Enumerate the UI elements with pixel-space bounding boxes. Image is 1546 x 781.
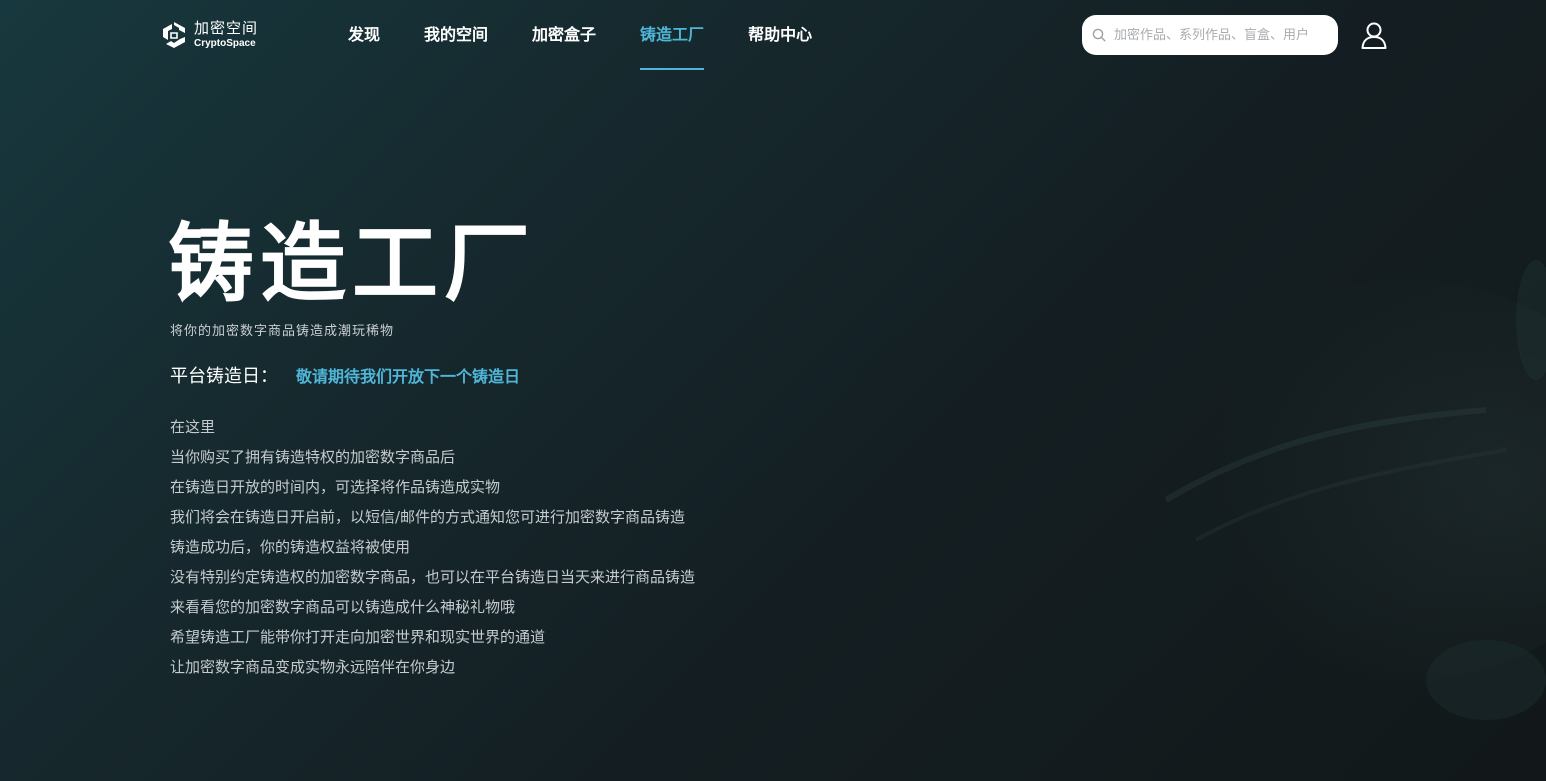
top-header: 加密空间 CryptoSpace 发现 我的空间 加密盒子 铸造工厂 帮助中心 bbox=[0, 0, 1546, 72]
description-line: 没有特别约定铸造权的加密数字商品，也可以在平台铸造日当天来进行商品铸造 bbox=[170, 568, 696, 586]
description-line: 希望铸造工厂能带你打开走向加密世界和现实世界的通道 bbox=[170, 628, 546, 646]
nav-item-crypto-box[interactable]: 加密盒子 bbox=[516, 0, 612, 70]
nav-item-discover[interactable]: 发现 bbox=[332, 0, 396, 70]
description-line: 在这里 bbox=[170, 418, 216, 436]
cryptospace-logo-icon bbox=[163, 22, 185, 48]
description-line: 在铸造日开放的时间内，可选择将作品铸造成实物 bbox=[170, 478, 501, 496]
search-input[interactable] bbox=[1112, 26, 1326, 44]
nav-item-my-space[interactable]: 我的空间 bbox=[408, 0, 504, 70]
nav-item-mint-factory[interactable]: 铸造工厂 bbox=[624, 0, 720, 70]
brand-logo[interactable]: 加密空间 CryptoSpace bbox=[160, 18, 270, 52]
brand-name-cn: 加密空间 bbox=[194, 19, 259, 37]
search-box bbox=[1082, 15, 1338, 55]
description-line: 我们将会在铸造日开启前，以短信/邮件的方式通知您可进行加密数字商品铸造 bbox=[170, 508, 686, 526]
page-title: 铸造工厂 bbox=[168, 214, 536, 314]
description-line: 来看看您的加密数字商品可以铸造成什么神秘礼物哦 bbox=[170, 598, 516, 616]
description-list: 在这里 当你购买了拥有铸造特权的加密数字商品后 在铸造日开放的时间内，可选择将作… bbox=[170, 412, 695, 682]
mint-day-value: 敬请期待我们开放下一个铸造日 bbox=[296, 367, 521, 386]
mint-day-row: 平台铸造日： 敬请期待我们开放下一个铸造日 bbox=[170, 362, 520, 388]
page-subtitle: 将你的加密数字商品铸造成潮玩稀物 bbox=[170, 324, 395, 339]
brand-name-en: CryptoSpace bbox=[194, 38, 256, 49]
description-line: 当你购买了拥有铸造特权的加密数字商品后 bbox=[170, 448, 456, 466]
mint-day-label: 平台铸造日： bbox=[170, 366, 278, 387]
search-icon bbox=[1092, 28, 1106, 42]
description-line: 铸造成功后，你的铸造权益将被使用 bbox=[170, 538, 411, 556]
background-decoration bbox=[1164, 260, 1546, 720]
main-nav: 发现 我的空间 加密盒子 铸造工厂 帮助中心 bbox=[332, 0, 840, 72]
description-line: 让加密数字商品变成实物永远陪伴在你身边 bbox=[170, 658, 456, 676]
nav-item-help-center[interactable]: 帮助中心 bbox=[732, 0, 828, 70]
user-icon[interactable] bbox=[1359, 20, 1389, 50]
